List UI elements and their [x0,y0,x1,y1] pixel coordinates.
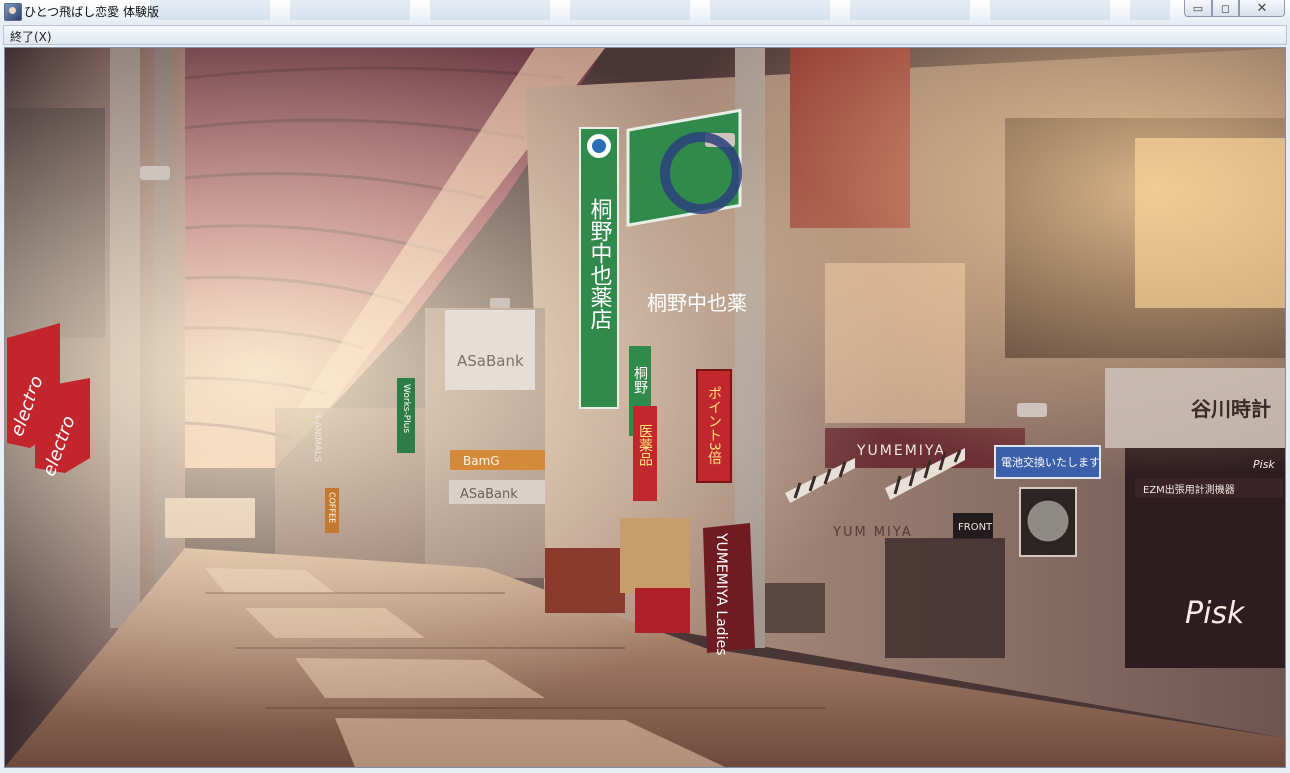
ladies-board-text: YUMEMIYA Ladies [713,532,729,656]
front-text: FRONT [958,522,993,533]
medicine-banner-text: 医薬品 [637,424,653,466]
maximize-button[interactable]: ◻ [1212,0,1239,17]
ezm-text: EZM出張用計測機器 [1143,483,1235,496]
stall-left [545,548,625,613]
title-bar[interactable]: ひとつ飛ばし恋愛 体験版 ▭ ◻ ✕ [0,0,1290,24]
watch-shop-text: 谷川時計 [1191,397,1271,421]
pisk-small-text: Pisk [1253,458,1275,471]
yumemiya-lower-text: YUM MIYA [832,525,913,540]
yumemiya-main-text: YUMEMIYA [856,443,946,459]
asabank-lower-text: ASaBank [460,487,518,502]
menu-item-exit[interactable]: 終了(X) [10,28,52,45]
coffee-text: COFFEE [328,492,337,523]
ladies-board [703,523,755,653]
menu-bar: 終了(X) [3,25,1287,45]
background-window-ghost [150,0,1170,20]
four-animals-text: 4 ANIMALS [312,413,322,462]
shopping-arcade-scene: 桐野中也薬店 桐野中也薬 桐野 医薬品 ポイント3倍 ASaBank ASaBa… [5,48,1285,767]
drugstore-small-text: 桐野 [632,366,648,394]
close-button[interactable]: ✕ [1239,0,1285,17]
drugstore-vertical-text: 桐野中也薬店 [587,198,613,330]
window-title: ひとつ飛ばし恋愛 体験版 [24,5,159,19]
battery-sign-text: 電池交換いたします [1001,455,1100,469]
pisk-text: Pisk [1185,596,1246,631]
asabank-upper-sign [445,310,535,390]
bamg-text: BamG [463,454,500,468]
app-icon [4,3,22,21]
minimize-button[interactable]: ▭ [1184,0,1212,17]
game-window: ひとつ飛ばし恋愛 体験版 ▭ ◻ ✕ 終了(X) 桐野中也薬店 桐野中也薬 桐野… [0,0,1290,773]
works-plus-text: Works-Plus [401,384,411,433]
game-screen[interactable]: 桐野中也薬店 桐野中也薬 桐野 医薬品 ポイント3倍 ASaBank ASaBa… [4,47,1286,768]
asabank-upper-text: ASaBank [457,352,524,370]
point-banner-text: ポイント3倍 [706,386,722,465]
drugstore-horizontal-text: 桐野中也薬 [647,291,747,315]
